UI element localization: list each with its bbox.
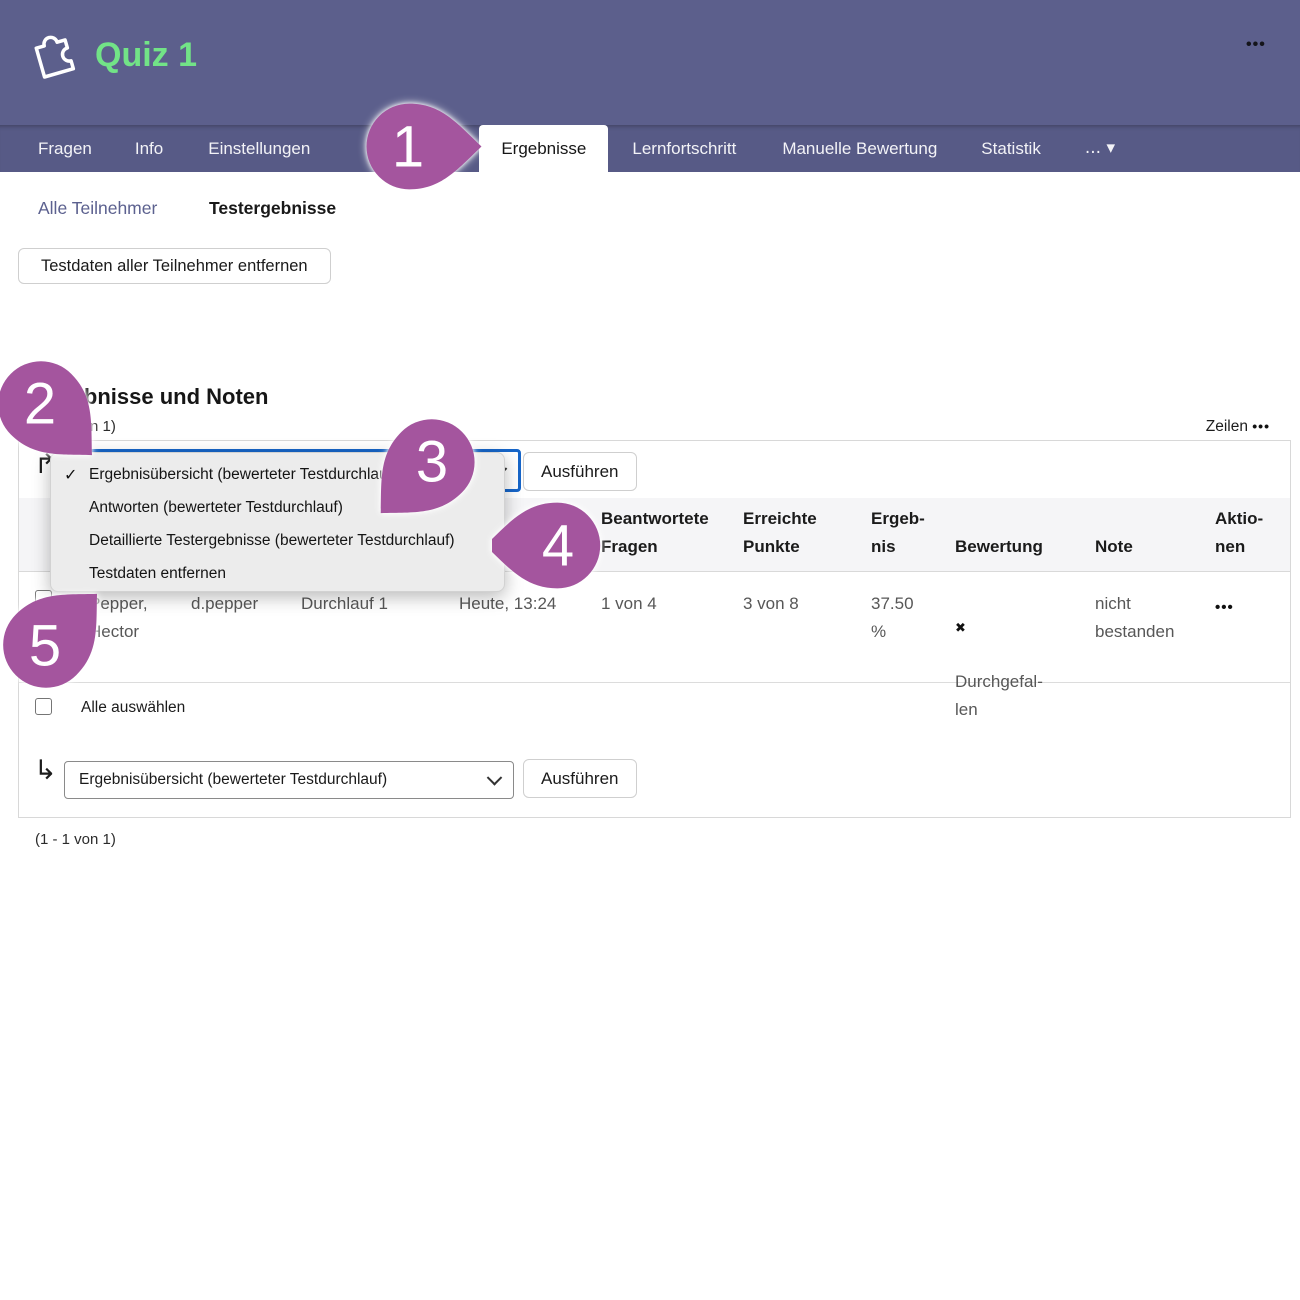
tab-manuelle-bewertung[interactable]: Manuelle Bewertung <box>782 125 937 172</box>
cell-note: nicht bestanden <box>1095 590 1174 646</box>
app-header: Quiz 1 ••• <box>0 0 1300 125</box>
page-title: Quiz 1 <box>95 36 197 75</box>
tab-statistik[interactable]: Statistik <box>981 125 1041 172</box>
chevron-down-icon <box>487 770 503 786</box>
col-beantwortete-fragen: Beantwortete Fragen <box>601 505 709 561</box>
execute-button-top[interactable]: Ausführen <box>523 452 637 491</box>
dropdown-option-ergebnisuebersicht[interactable]: ✓ Ergebnisübersicht (bewerteter Testdurc… <box>51 458 504 491</box>
select-all-label: Alle auswählen <box>81 699 185 717</box>
subtab-testergebnisse[interactable]: Testergebnisse <box>209 198 336 219</box>
bulk-action-dropdown-menu: ✓ Ergebnisübersicht (bewerteter Testdurc… <box>50 452 505 592</box>
dropdown-option-label: Ergebnisübersicht (bewerteter Testdurchl… <box>89 466 397 483</box>
dropdown-option-detaillierte-testergebnisse[interactable]: Detaillierte Testergebnisse (bewerteter … <box>51 524 504 557</box>
remove-all-testdata-button[interactable]: Testdaten aller Teilnehmer entfernen <box>18 248 331 284</box>
dropdown-option-label: Antworten (bewerteter Testdurchlauf) <box>89 499 343 516</box>
dropdown-option-label: Detaillierte Testergebnisse (bewerteter … <box>89 532 455 549</box>
cell-login: d.pepper <box>191 590 258 618</box>
section-title: Ergebnisse und Noten <box>35 384 268 410</box>
cell-result: 37.50 % <box>871 590 914 646</box>
subtab-alle-teilnehmer[interactable]: Alle Teilnehmer <box>38 198 157 219</box>
row-actions-kebab[interactable]: ••• <box>1215 594 1234 622</box>
col-bewertung: Bewertung <box>955 533 1043 561</box>
bulk-action-select-bottom[interactable]: Ergebnisübersicht (bewerteter Testdurchl… <box>64 761 514 799</box>
col-erreichte-punkte: Erreichte Punkte <box>743 505 817 561</box>
cell-points: 3 von 8 <box>743 590 799 618</box>
col-note: Note <box>1095 533 1133 561</box>
page: Quiz 1 ••• Fragen Info Einstellungen Erg… <box>0 0 1300 1300</box>
tab-ergebnisse[interactable]: Ergebnisse <box>479 125 608 172</box>
cell-rating: ✖ Durchgefal- len <box>955 590 1043 724</box>
bulk-action-bottom-selected-value: Ergebnisübersicht (bewerteter Testdurchl… <box>79 771 387 789</box>
tab-bar: Fragen Info Einstellungen Ergebnisse Ler… <box>0 125 1300 172</box>
tab-info[interactable]: Info <box>135 125 163 172</box>
rows-kebab-menu[interactable]: ••• <box>1252 418 1270 434</box>
dropdown-option-antworten[interactable]: Antworten (bewerteter Testdurchlauf) <box>51 491 504 524</box>
tab-lernfortschritt[interactable]: Lernfortschritt <box>632 125 736 172</box>
pagination-top: (1 - 1 von 1) <box>35 418 116 435</box>
execute-button-bottom[interactable]: Ausführen <box>523 759 637 798</box>
rows-settings-control[interactable]: Zeilen ••• <box>1206 418 1270 436</box>
cell-attempt: Durchlauf 1 <box>301 590 388 618</box>
cell-name: Pepper, Hector <box>89 590 148 646</box>
rows-label: Zeilen <box>1206 418 1248 435</box>
header-kebab-menu[interactable]: ••• <box>1246 36 1266 54</box>
failed-cross-icon: ✖ <box>955 618 1043 640</box>
tab-einstellungen[interactable]: Einstellungen <box>208 125 310 172</box>
pagination-bottom: (1 - 1 von 1) <box>35 831 116 848</box>
dropdown-option-testdaten-entfernen[interactable]: Testdaten entfernen <box>51 557 504 590</box>
tab-more[interactable]: ... ▾ <box>1085 125 1115 172</box>
col-aktionen: Aktio- nen <box>1215 505 1263 561</box>
row-checkbox[interactable] <box>35 590 52 607</box>
tab-fragen[interactable]: Fragen <box>38 125 92 172</box>
dropdown-option-label: Testdaten entfernen <box>89 565 226 582</box>
sub-tab-bar: Alle Teilnehmer Testergebnisse <box>0 172 1300 232</box>
rating-text: Durchgefal- len <box>955 672 1043 719</box>
bulk-action-arrow-icon-bottom: ↳ <box>34 757 57 784</box>
puzzle-piece-icon <box>19 15 96 92</box>
cell-date: Heute, 13:24 <box>459 590 556 618</box>
col-ergebnis: Ergeb- nis <box>871 505 925 561</box>
checkmark-icon: ✓ <box>64 458 77 491</box>
select-all-checkbox[interactable] <box>35 698 52 715</box>
cell-answered: 1 von 4 <box>601 590 657 618</box>
